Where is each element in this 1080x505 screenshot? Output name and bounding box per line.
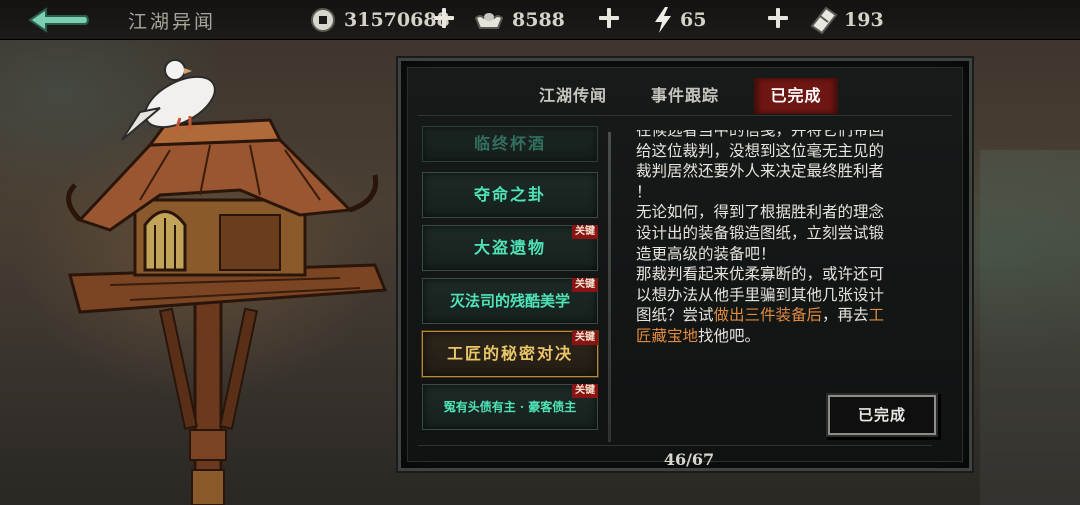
quest-label: 工匠的秘密对决 xyxy=(446,344,573,363)
quest-item-selected[interactable]: 工匠的秘密对决 关键 xyxy=(422,331,598,377)
description-line: 造更高级的装备吧！ xyxy=(636,244,776,263)
quest-panel: 江湖传闻 事件跟踪 已完成 临终杯酒 夺命之卦 大盗遗物 关键 灭法司的残酷美学… xyxy=(398,58,972,471)
quest-label: 灭法司的残酷美学 xyxy=(449,292,570,310)
highlight-location-text: 工 xyxy=(868,306,885,325)
tab-bar: 江湖传闻 事件跟踪 已完成 xyxy=(408,78,976,114)
energy-counter: 65 xyxy=(652,5,706,35)
quest-label: 临终杯酒 xyxy=(473,134,546,153)
quest-label: 大盗遗物 xyxy=(473,238,546,257)
description-text: ，再去 xyxy=(822,306,869,325)
key-badge: 关键 xyxy=(572,278,598,292)
completed-status-button[interactable]: 已完成 xyxy=(828,395,936,435)
energy-value: 65 xyxy=(680,9,707,31)
ticket-value: 193 xyxy=(844,9,884,31)
page-title: 江湖异闻 xyxy=(128,11,217,33)
ticket-icon xyxy=(810,6,838,34)
quest-label: 冤有头债有主 · 豪客债主 xyxy=(443,400,577,414)
description-line: 以想办法从他手里骗到其他几张设计 xyxy=(636,285,885,304)
coin-counter: 31570688 xyxy=(310,5,450,35)
highlight-location-text: 匠藏宝地 xyxy=(636,326,699,345)
top-bar: 江湖异闻 31570688 8588 65 193 xyxy=(0,0,1080,40)
tab-rumors[interactable]: 江湖传闻 xyxy=(528,78,618,114)
description-line: 设计出的装备锻造图纸，立刻尝试锻 xyxy=(636,223,885,242)
tab-completed[interactable]: 已完成 xyxy=(754,78,838,114)
add-energy-button[interactable] xyxy=(767,7,789,29)
lightning-icon xyxy=(655,7,671,33)
copper-coin-icon xyxy=(311,8,335,32)
quest-item[interactable]: 灭法司的残酷美学 关键 xyxy=(422,278,598,324)
quest-description: 在候选者当中的信笺，并将它们带回 给这位裁判，没想到这位毫无主见的 裁判居然还要… xyxy=(636,130,928,380)
bottom-divider xyxy=(418,445,932,446)
description-cut-line: 在候选者当中的信笺，并将它们带回 xyxy=(636,130,885,139)
add-silver-button[interactable] xyxy=(598,7,620,29)
description-line: 给这位裁判，没想到这位毫无主见的 xyxy=(636,141,885,160)
quest-item[interactable]: 冤有头债有主 · 豪客债主 关键 xyxy=(422,384,598,430)
description-line: 那裁判看起来优柔寡断的，或许还可 xyxy=(636,265,885,284)
background-blur xyxy=(980,150,1080,505)
description-text: 图纸？尝试 xyxy=(636,306,714,325)
silver-ingot-icon xyxy=(474,13,504,29)
ticket-counter: 193 xyxy=(808,5,884,35)
description-line: ！ xyxy=(636,182,652,201)
quest-item[interactable]: 夺命之卦 xyxy=(422,172,598,218)
key-badge: 关键 xyxy=(572,384,598,398)
description-line: 图纸？尝试做出三件装备后，再去工 xyxy=(636,305,928,326)
description-line: 裁判居然还要外人来决定最终胜利者 xyxy=(636,162,885,181)
description-line: 匠藏宝地找他吧。 xyxy=(636,326,928,347)
back-arrow-icon[interactable] xyxy=(26,6,92,34)
quest-item[interactable]: 临终杯酒 xyxy=(422,126,598,162)
tab-tracking[interactable]: 事件跟踪 xyxy=(640,78,730,114)
silver-value: 8588 xyxy=(512,9,565,31)
description-text: 找他吧。 xyxy=(698,326,761,345)
add-coin-button[interactable] xyxy=(433,7,455,29)
pagination-indicator: 46/67 xyxy=(663,450,715,469)
quest-item[interactable]: 大盗遗物 关键 xyxy=(422,225,598,271)
panel-inner: 江湖传闻 事件跟踪 已完成 临终杯酒 夺命之卦 大盗遗物 关键 灭法司的残酷美学… xyxy=(407,67,963,469)
key-badge: 关键 xyxy=(572,225,598,239)
pigeon-birdhouse-illustration xyxy=(66,59,388,505)
description-line: 无论如何，得到了根据胜利者的理念 xyxy=(636,203,885,222)
tab-divider xyxy=(418,115,952,116)
quest-label: 夺命之卦 xyxy=(473,185,546,204)
list-scrollbar[interactable] xyxy=(608,132,611,442)
highlight-text: 做出三件装备后 xyxy=(713,306,823,325)
key-badge: 关键 xyxy=(572,331,598,345)
silver-counter: 8588 xyxy=(474,5,565,35)
